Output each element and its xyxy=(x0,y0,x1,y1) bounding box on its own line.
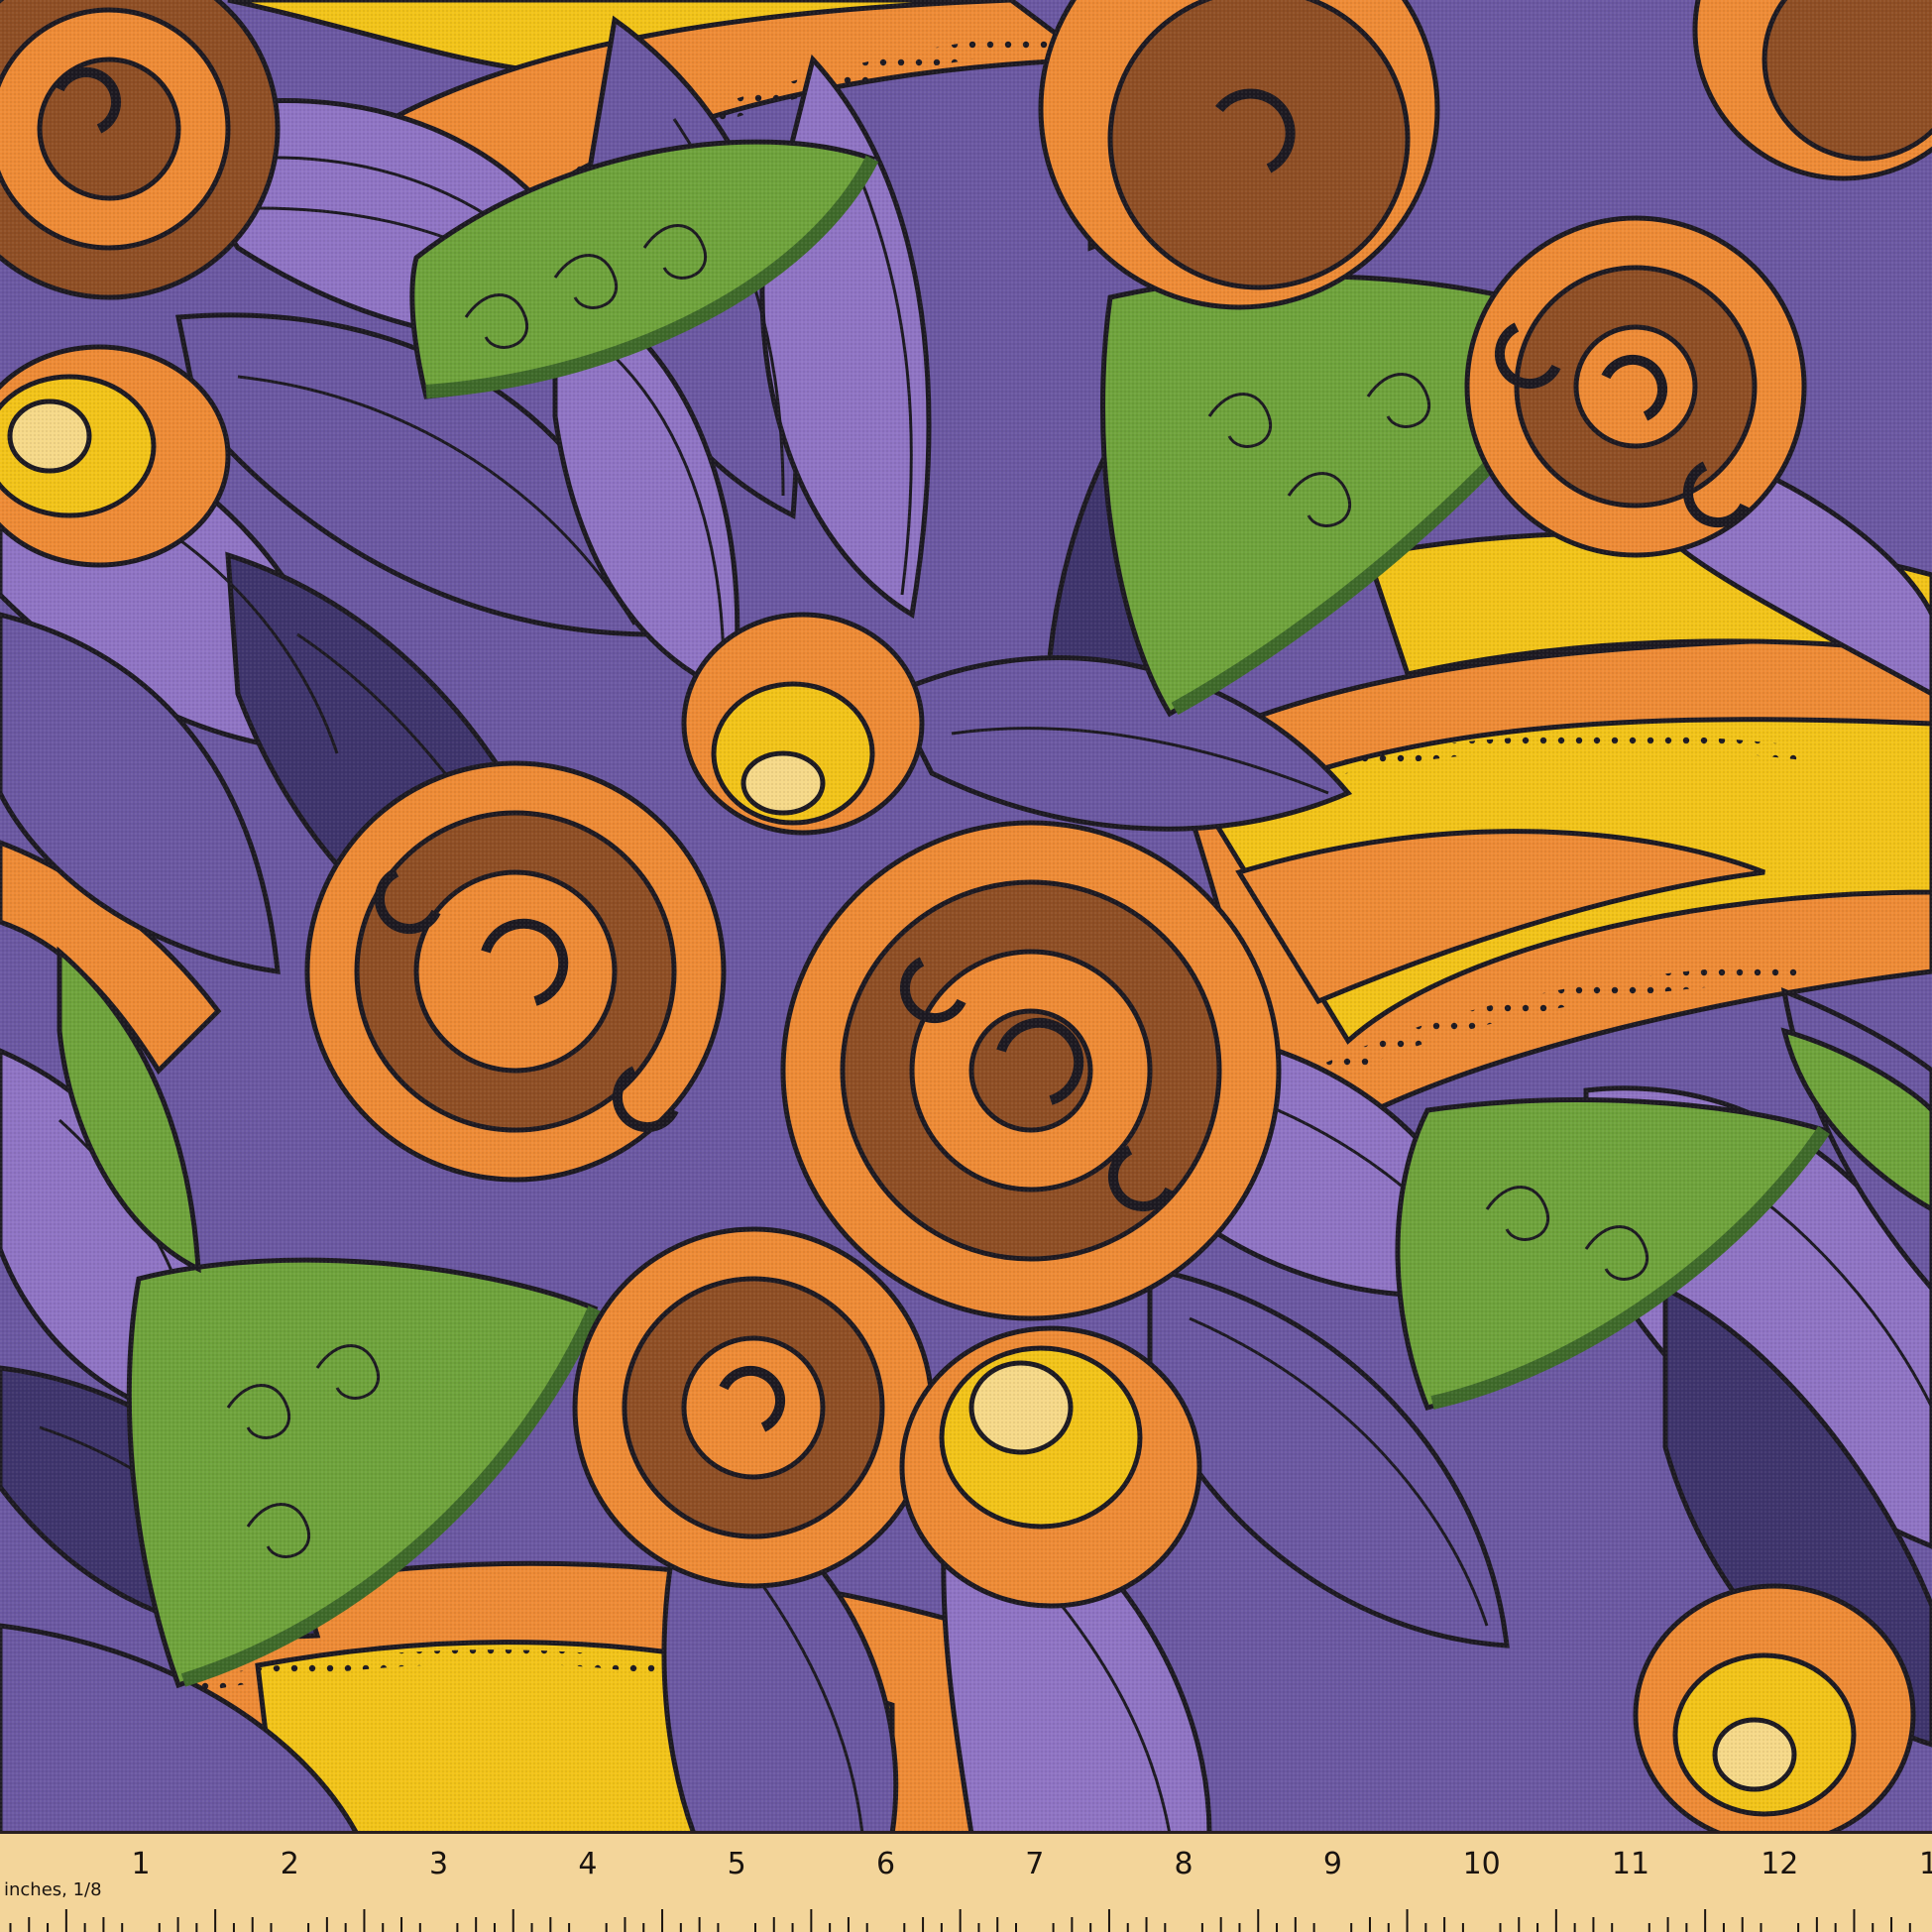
ruler-number: 9 xyxy=(1322,1847,1342,1881)
ruler-number: 1 xyxy=(1919,1847,1932,1881)
ruler-number: 7 xyxy=(1025,1847,1045,1881)
ruler-number: 8 xyxy=(1174,1847,1193,1881)
ruler-number: 3 xyxy=(429,1847,449,1881)
measurement-ruler: 1 2 3 4 5 6 7 8 9 10 11 12 1 inches, 1/8 xyxy=(0,1831,1932,1932)
fabric-swatch: 1 2 3 4 5 6 7 8 9 10 11 12 1 inches, 1/8 xyxy=(0,0,1932,1932)
ruler-unit-label: inches, 1/8 xyxy=(4,1879,102,1900)
ruler-number: 1 xyxy=(131,1847,151,1881)
ruler-number: 6 xyxy=(875,1847,896,1881)
floral-fabric-pattern xyxy=(0,0,1932,1932)
ruler-number: 4 xyxy=(578,1847,598,1881)
ruler-number: 10 xyxy=(1462,1847,1501,1881)
ruler-number: 12 xyxy=(1761,1847,1799,1881)
ruler-number: 5 xyxy=(727,1847,746,1881)
ruler-number: 11 xyxy=(1611,1847,1650,1881)
ruler-number: 2 xyxy=(280,1847,299,1881)
